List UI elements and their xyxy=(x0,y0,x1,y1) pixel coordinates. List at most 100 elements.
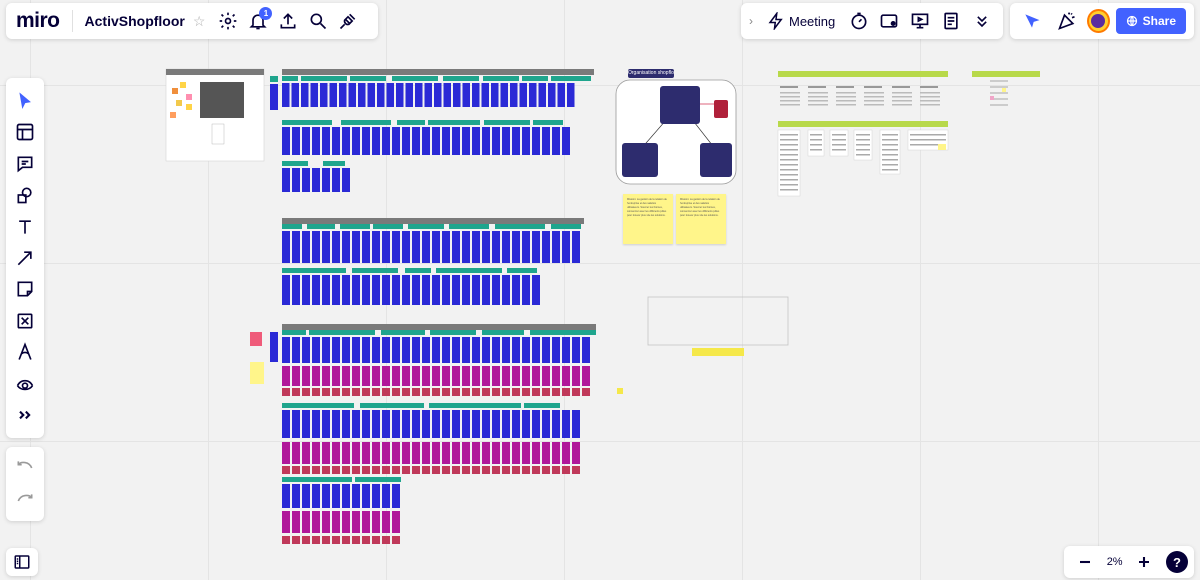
board-card xyxy=(332,466,340,474)
divider xyxy=(71,10,73,32)
text-line xyxy=(882,139,898,141)
apps-button[interactable] xyxy=(333,6,363,36)
board-card xyxy=(329,83,337,107)
board-card xyxy=(500,83,508,107)
export-button[interactable] xyxy=(273,6,303,36)
sticky-note[interactable]: Mission: La gestion de la relation de l'… xyxy=(623,194,673,244)
board-card xyxy=(312,511,320,533)
board-panel-toggle[interactable] xyxy=(6,548,38,576)
more-tools-button[interactable] xyxy=(968,6,995,36)
tiny-sticky xyxy=(250,332,262,346)
board-name[interactable]: ActivShopfloor xyxy=(85,13,185,29)
board-card xyxy=(522,388,530,396)
cursor-toggle-button[interactable] xyxy=(1018,6,1046,36)
select-tool[interactable] xyxy=(10,86,40,116)
video-button[interactable] xyxy=(876,6,903,36)
star-icon[interactable]: ☆ xyxy=(193,13,206,30)
board-card xyxy=(492,337,500,363)
timer-button[interactable] xyxy=(845,6,872,36)
video-card-icon xyxy=(881,14,898,28)
board-card xyxy=(332,536,340,544)
miro-logo[interactable]: miro xyxy=(16,9,60,33)
board-card xyxy=(502,442,510,464)
undo-button[interactable] xyxy=(10,453,40,483)
chevron-right-icon[interactable]: › xyxy=(749,14,753,28)
frame-icon xyxy=(17,313,33,329)
board-card xyxy=(292,366,300,386)
group-header xyxy=(522,76,548,81)
settings-button[interactable] xyxy=(213,6,243,36)
text-line xyxy=(780,139,798,141)
board-card xyxy=(342,410,350,438)
board-card xyxy=(382,366,390,386)
pen-tool[interactable] xyxy=(10,337,40,367)
notifications-button[interactable]: 1 xyxy=(243,6,273,36)
board-card xyxy=(292,231,300,263)
board-card xyxy=(502,410,510,438)
board-card xyxy=(292,511,300,533)
text-tool[interactable] xyxy=(10,212,40,242)
board-card xyxy=(282,231,290,263)
text-line xyxy=(780,104,800,106)
lightning-icon xyxy=(768,12,783,30)
tiny-sticky xyxy=(186,94,192,100)
board-card xyxy=(377,83,385,107)
text-line xyxy=(990,80,1008,82)
search-button[interactable] xyxy=(303,6,333,36)
board-card xyxy=(292,536,300,544)
text-line xyxy=(864,104,884,106)
group-header xyxy=(373,224,403,229)
help-button[interactable]: ? xyxy=(1165,551,1188,573)
frame-header xyxy=(282,69,594,75)
zoom-level[interactable]: 2% xyxy=(1107,556,1123,568)
notes-button[interactable] xyxy=(938,6,965,36)
zoom-out-button[interactable] xyxy=(1070,547,1100,577)
group-header xyxy=(483,76,519,81)
tiny-sticky xyxy=(250,362,264,384)
board-card xyxy=(557,83,565,107)
group-header xyxy=(430,330,476,335)
shapes-tool[interactable] xyxy=(10,180,40,210)
user-avatar[interactable] xyxy=(1086,9,1110,33)
lime-header xyxy=(972,71,1040,77)
text-line xyxy=(810,144,822,146)
frame-tool[interactable] xyxy=(10,306,40,336)
board-card xyxy=(392,275,400,305)
board-card xyxy=(552,337,560,363)
share-button[interactable]: Share xyxy=(1115,8,1186,34)
board-card xyxy=(392,337,400,363)
reactions-button[interactable] xyxy=(1052,6,1080,36)
connector-tool[interactable] xyxy=(10,243,40,273)
ai-tool[interactable] xyxy=(10,369,40,399)
group-header xyxy=(282,224,302,229)
board-card xyxy=(542,466,550,474)
group-header xyxy=(405,268,431,273)
board-card xyxy=(292,484,300,508)
group-header xyxy=(551,224,581,229)
board-card xyxy=(582,366,590,386)
redo-button[interactable] xyxy=(10,486,40,516)
board-card xyxy=(452,366,460,386)
sticky-note[interactable]: Mission: La gestion de la relation de l'… xyxy=(676,194,726,244)
board-card xyxy=(512,231,520,263)
board-card xyxy=(415,83,423,107)
text-line xyxy=(836,86,854,88)
board-card xyxy=(322,466,330,474)
sticky-note-tool[interactable] xyxy=(10,274,40,304)
board-card xyxy=(432,337,440,363)
more-tools-toggle[interactable] xyxy=(10,400,40,430)
zoom-in-button[interactable] xyxy=(1129,547,1159,577)
meeting-button[interactable]: Meeting xyxy=(761,12,841,30)
board-card xyxy=(432,231,440,263)
board-card xyxy=(572,337,580,363)
board-card xyxy=(412,410,420,438)
board-card xyxy=(362,337,370,363)
board-card xyxy=(367,83,375,107)
board-canvas[interactable] xyxy=(0,0,1200,580)
minus-icon xyxy=(1080,560,1090,564)
board-card xyxy=(372,536,380,544)
group-header xyxy=(307,224,335,229)
presentation-button[interactable] xyxy=(907,6,934,36)
templates-tool[interactable] xyxy=(10,117,40,147)
comment-tool[interactable] xyxy=(10,149,40,179)
